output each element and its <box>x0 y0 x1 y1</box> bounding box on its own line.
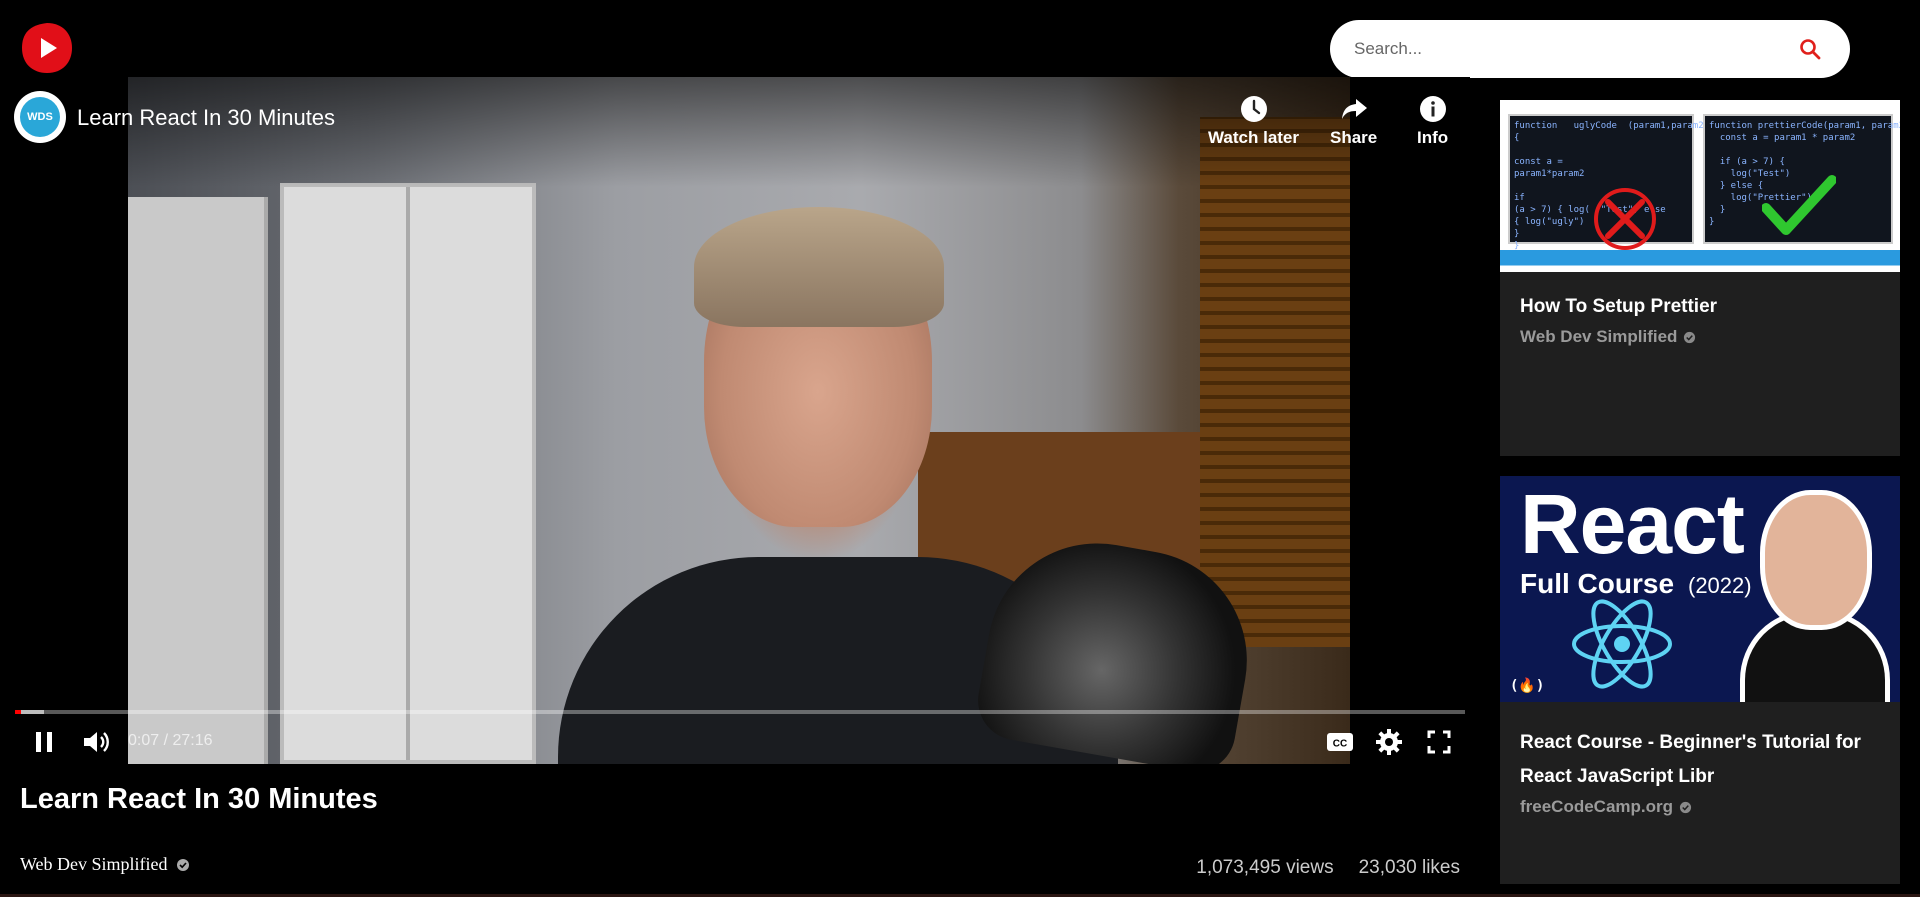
react-atom-icon <box>1572 599 1672 689</box>
scene-door-left <box>128 197 268 764</box>
play-logo-icon <box>22 23 72 73</box>
settings-button[interactable] <box>1371 724 1407 760</box>
like-count: 23,030 likes <box>1358 857 1460 878</box>
watch-later-button[interactable]: Watch later <box>1208 94 1299 148</box>
gear-icon <box>1376 729 1402 755</box>
pause-icon <box>36 732 52 752</box>
channel-avatar-label: WDS <box>20 97 60 137</box>
recommended-channel-name[interactable]: Web Dev Simplified <box>1520 327 1677 347</box>
watch-later-label: Watch later <box>1208 128 1300 147</box>
channel-avatar[interactable]: WDS <box>14 91 66 143</box>
video-player[interactable]: WDS Learn React In 30 Minutes Watch late… <box>0 77 1470 764</box>
thumb-react-word: React <box>1520 477 1745 571</box>
progress-played <box>15 710 21 714</box>
share-arrow-icon <box>1341 99 1367 119</box>
green-check-icon <box>1762 175 1836 235</box>
search-bar <box>1330 20 1850 78</box>
scene-blinds <box>1200 117 1350 647</box>
recommended-video-title[interactable]: How To Setup Prettier <box>1500 290 1900 324</box>
player-controls: 0:07 / 27:16 CC <box>0 720 1470 764</box>
volume-button[interactable] <box>78 724 114 760</box>
progress-bar[interactable] <box>15 710 1465 714</box>
video-title: Learn React In 30 Minutes <box>20 783 378 815</box>
info-icon <box>1419 96 1446 122</box>
recommended-video-title-line-2: React JavaScript Libr <box>1520 766 1715 787</box>
recommended-video-card[interactable]: function uglyCode (param1,param2) { cons… <box>1500 100 1900 456</box>
fullscreen-button[interactable] <box>1421 724 1457 760</box>
recommended-video-channel: Web Dev Simplified <box>1500 327 1900 347</box>
recommended-video-card[interactable]: React Full Course (2022) (🔥) React Cours… <box>1500 476 1900 884</box>
verified-check-icon <box>1684 331 1696 343</box>
thumb-presenter <box>1740 490 1890 702</box>
recommended-video-channel: freeCodeCamp.org <box>1500 797 1900 817</box>
cc-icon: CC <box>1327 733 1353 751</box>
pause-button[interactable] <box>26 724 62 760</box>
view-count: 1,073,495 views <box>1196 857 1334 878</box>
red-x-icon <box>1594 188 1656 250</box>
search-input[interactable] <box>1354 39 1794 59</box>
recommended-channel-name[interactable]: freeCodeCamp.org <box>1520 797 1673 817</box>
video-thumbnail[interactable]: function uglyCode (param1,param2) { cons… <box>1500 100 1900 272</box>
app-logo[interactable] <box>19 20 75 76</box>
info-label: Info <box>1417 128 1449 147</box>
verified-check-icon <box>1679 801 1692 813</box>
info-button[interactable]: Info <box>1417 94 1448 148</box>
video-stats: 1,073,495 views 23,030 likes <box>1196 857 1460 879</box>
thumb-wave <box>1500 250 1900 272</box>
clock-icon <box>1240 96 1267 122</box>
share-label: Share <box>1330 128 1378 147</box>
fullscreen-icon <box>1427 730 1451 754</box>
thumb-fcc-logo: (🔥) <box>1510 678 1545 694</box>
volume-icon <box>84 732 109 752</box>
share-button[interactable]: Share <box>1330 94 1377 148</box>
scene-person-hair <box>694 207 944 327</box>
player-top-bar: WDS Learn React In 30 Minutes Watch late… <box>0 77 1470 187</box>
player-title[interactable]: Learn React In 30 Minutes <box>77 105 335 131</box>
recommended-video-title-line-1: React Course - Beginner's Tutorial for <box>1520 732 1861 753</box>
search-icon[interactable] <box>1794 33 1826 65</box>
channel-row: Web Dev Simplified <box>20 854 190 875</box>
channel-name[interactable]: Web Dev Simplified <box>20 854 168 875</box>
captions-button[interactable]: CC <box>1322 724 1358 760</box>
scene-closet <box>280 183 536 764</box>
video-thumbnail[interactable]: React Full Course (2022) (🔥) <box>1500 476 1900 702</box>
thumb-presenter-face <box>1760 490 1872 630</box>
recommended-video-title[interactable]: React Course - Beginner's Tutorial for R… <box>1500 726 1900 794</box>
verified-check-icon <box>176 858 189 871</box>
time-display: 0:07 / 27:16 <box>128 732 213 749</box>
svg-text:CC: CC <box>1333 739 1347 750</box>
